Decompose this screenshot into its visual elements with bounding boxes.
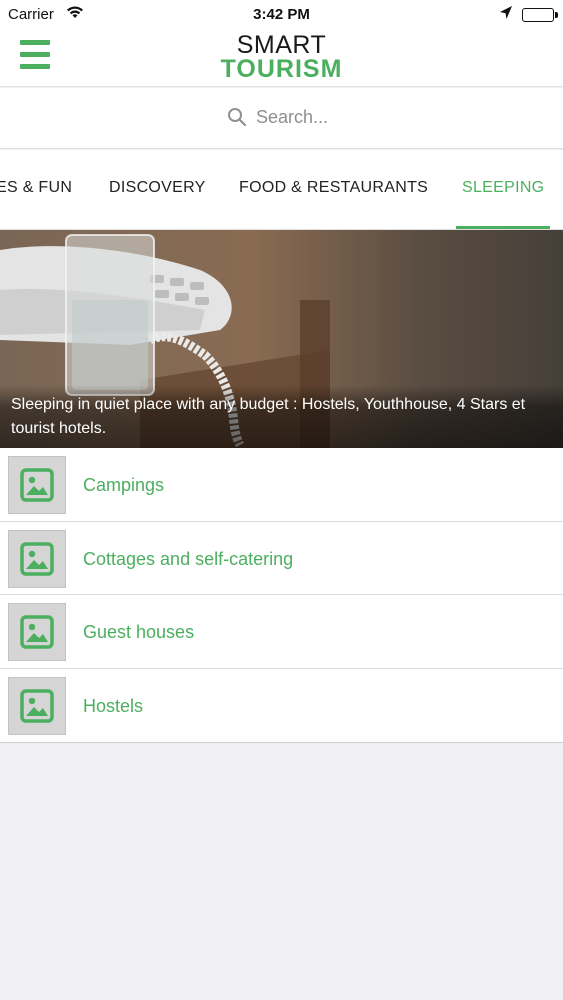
tab-games-fun[interactable]: ES & FUN (0, 179, 72, 197)
image-placeholder-icon (8, 676, 66, 735)
status-bar: Carrier 3:42 PM (0, 0, 563, 30)
hero-caption: Sleeping in quiet place with any budget … (0, 385, 563, 448)
image-placeholder-icon (8, 603, 66, 661)
list-item-hostels[interactable]: Hostels (0, 669, 563, 743)
category-tabs: ES & FUN DISCOVERY FOOD & RESTAURANTS SL… (0, 150, 563, 230)
list-item-label: Campings (83, 475, 165, 495)
search-icon (227, 107, 247, 127)
search-placeholder: Search... (256, 107, 329, 127)
hero-image: Sleeping in quiet place with any budget … (0, 230, 563, 448)
tab-sleeping[interactable]: SLEEPING (462, 179, 544, 197)
search-bar: Search... (0, 88, 563, 149)
active-tab-indicator (456, 226, 550, 229)
logo-word-tourism: TOURISM (220, 55, 343, 83)
tab-discovery[interactable]: DISCOVERY (109, 179, 206, 197)
list-item-guest-houses[interactable]: Guest houses (0, 595, 563, 669)
battery-icon (522, 8, 558, 22)
image-placeholder-icon (8, 529, 66, 588)
list-item-label: Cottages and self-catering (83, 548, 294, 569)
list-item-cottages[interactable]: Cottages and self-catering (0, 522, 563, 595)
app-logo: SMART TOURISM (0, 33, 563, 82)
tab-food-restaurants[interactable]: FOOD & RESTAURANTS (239, 179, 428, 197)
list-item-label: Hostels (83, 695, 144, 716)
list-item-label: Guest houses (83, 622, 195, 642)
category-list: Campings Cottages and self-catering Gues… (0, 448, 563, 743)
image-placeholder-icon (8, 456, 66, 514)
list-item-campings[interactable]: Campings (0, 448, 563, 522)
top-bar: Carrier 3:42 PM SMART TOURISM (0, 0, 563, 87)
location-arrow-icon (499, 5, 513, 25)
status-time: 3:42 PM (253, 6, 310, 23)
